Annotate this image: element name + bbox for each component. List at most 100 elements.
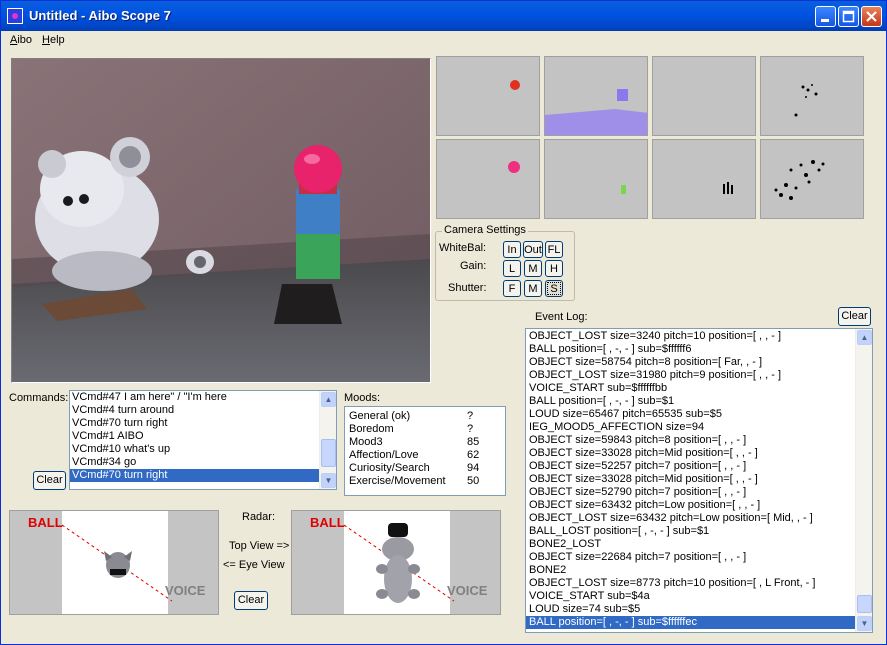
mood-value: 85 bbox=[467, 436, 480, 448]
whitebal-out-button[interactable]: Out bbox=[523, 241, 543, 258]
vision-thumb-5[interactable] bbox=[436, 139, 540, 219]
vision-thumb-2-image bbox=[545, 89, 649, 135]
event-log-scrollbar[interactable]: ▲ ▼ bbox=[855, 329, 872, 632]
vision-thumb-7-image bbox=[723, 182, 733, 194]
mood-name: Curiosity/Search bbox=[349, 462, 430, 474]
event-log-item[interactable]: BALL_LOST position=[ , -, - ] sub=$1 bbox=[526, 525, 872, 538]
event-log-item[interactable]: OBJECT size=22684 pitch=7 position=[ , ,… bbox=[526, 551, 872, 564]
close-button[interactable] bbox=[861, 6, 882, 27]
mood-name: Exercise/Movement bbox=[349, 475, 446, 487]
mood-row: Curiosity/Search 94 bbox=[345, 462, 505, 475]
camera-settings-group: Camera Settings WhiteBal: In Out FL Gain… bbox=[435, 224, 575, 301]
event-log-item[interactable]: BALL position=[ , -, - ] sub=$1 bbox=[526, 395, 872, 408]
commands-clear-button[interactable]: Clear bbox=[33, 471, 66, 490]
vision-thumb-6[interactable] bbox=[544, 139, 648, 219]
whitebal-in-button[interactable]: In bbox=[503, 241, 521, 258]
event-log-item[interactable]: BONE2_LOST bbox=[526, 538, 872, 551]
gain-high-button[interactable]: H bbox=[545, 260, 563, 277]
event-log-item[interactable]: OBJECT size=52257 pitch=7 position=[ , ,… bbox=[526, 460, 872, 473]
event-log-items: OBJECT_LOST size=3240 pitch=10 position=… bbox=[526, 329, 872, 629]
event-log-item[interactable]: OBJECT_LOST size=8773 pitch=10 position=… bbox=[526, 577, 872, 590]
menu-aibo[interactable]: Aibo bbox=[10, 34, 32, 46]
vision-thumb-3[interactable] bbox=[652, 56, 756, 136]
vision-thumb-2[interactable] bbox=[544, 56, 649, 136]
mood-name: Mood3 bbox=[349, 436, 383, 448]
command-item[interactable]: VCmd#4 turn around bbox=[70, 404, 336, 417]
gain-low-button[interactable]: L bbox=[503, 260, 521, 277]
shutter-slow-button[interactable]: S bbox=[545, 280, 563, 297]
event-log-item[interactable]: VOICE_START sub=$4a bbox=[526, 590, 872, 603]
maximize-icon bbox=[842, 10, 855, 23]
commands-scrollbar[interactable]: ▲ ▼ bbox=[319, 391, 336, 489]
event-log-item[interactable]: OBJECT_LOST size=3240 pitch=10 position=… bbox=[526, 330, 872, 343]
minimize-icon bbox=[821, 19, 829, 22]
gain-mid-button[interactable]: M bbox=[524, 260, 542, 277]
event-log-item[interactable]: OBJECT size=59843 pitch=8 position=[ , ,… bbox=[526, 434, 872, 447]
event-log-item[interactable]: BONE2 bbox=[526, 564, 872, 577]
command-item[interactable]: VCmd#34 go bbox=[70, 456, 336, 469]
event-log-item[interactable]: OBJECT size=33028 pitch=Mid position=[ ,… bbox=[526, 473, 872, 486]
vision-thumb-8[interactable] bbox=[760, 139, 864, 219]
event-log-scroll-thumb[interactable] bbox=[857, 595, 872, 613]
maximize-button[interactable] bbox=[838, 6, 859, 27]
event-log-item[interactable]: LOUD size=65467 pitch=65535 sub=$5 bbox=[526, 408, 872, 421]
window-title: Untitled - Aibo Scope 7 bbox=[29, 8, 171, 23]
moods-label: Moods: bbox=[344, 392, 381, 404]
event-log-scroll-up[interactable]: ▲ bbox=[857, 330, 872, 345]
event-log-item[interactable]: IEG_MOOD5_AFFECTION size=94 bbox=[526, 421, 872, 434]
mood-row: General (ok)? bbox=[345, 410, 505, 423]
mood-name: Affection/Love bbox=[349, 449, 419, 461]
radar-clear-button[interactable]: Clear bbox=[234, 591, 268, 610]
vision-thumb-4[interactable] bbox=[760, 56, 864, 136]
mood-value: 62 bbox=[467, 449, 480, 461]
event-log-item[interactable]: OBJECT size=63432 pitch=Low position=[ ,… bbox=[526, 499, 872, 512]
camera-settings-title: Camera Settings bbox=[442, 224, 528, 236]
shutter-mid-button[interactable]: M bbox=[524, 280, 542, 297]
shutter-fast-button[interactable]: F bbox=[503, 280, 521, 297]
title-bar[interactable]: Untitled - Aibo Scope 7 bbox=[1, 1, 886, 31]
mood-name: Boredom bbox=[349, 423, 394, 435]
minimize-button[interactable] bbox=[815, 6, 836, 27]
event-log-clear-button[interactable]: Clear bbox=[838, 307, 871, 326]
commands-scroll-down[interactable]: ▼ bbox=[321, 473, 336, 488]
moods-list-items: General (ok)? Boredom? Mood3 85 Affection/Lo… bbox=[345, 407, 505, 488]
mood-name: General (ok) bbox=[349, 410, 411, 422]
main-window: Untitled - Aibo Scope 7 Aibo Help Camera… bbox=[0, 0, 887, 645]
close-icon bbox=[866, 11, 877, 22]
commands-scroll-thumb[interactable] bbox=[321, 439, 336, 467]
event-log-list[interactable]: OBJECT_LOST size=3240 pitch=10 position=… bbox=[525, 328, 873, 633]
event-log-scroll-down[interactable]: ▼ bbox=[857, 616, 872, 631]
event-log-item[interactable]: OBJECT size=58754 pitch=8 position=[ Far… bbox=[526, 356, 872, 369]
vision-thumb-6-image bbox=[621, 185, 626, 194]
event-log-item[interactable]: OBJECT size=52790 pitch=7 position=[ , ,… bbox=[526, 486, 872, 499]
command-item[interactable]: VCmd#70 turn right bbox=[70, 469, 336, 482]
mood-value: 50 bbox=[467, 475, 480, 487]
event-log-item[interactable]: BALL position=[ , -, - ] sub=$ffffffec bbox=[526, 616, 872, 629]
mood-row: Exercise/Movement 50 bbox=[345, 475, 505, 488]
aibo-front-icon bbox=[104, 551, 132, 578]
whitebal-label: WhiteBal: bbox=[439, 242, 487, 254]
commands-list[interactable]: VCmd#47 I am here" / "I'm here VCmd#4 tur… bbox=[69, 390, 337, 490]
command-item[interactable]: VCmd#1 AIBO bbox=[70, 430, 336, 443]
event-log-item[interactable]: VOICE_START sub=$ffffffbb bbox=[526, 382, 872, 395]
command-item[interactable]: VCmd#10 what's up bbox=[70, 443, 336, 456]
radar-eye-ball-label: BALL bbox=[310, 515, 345, 530]
event-log-item[interactable]: BALL position=[ , -, - ] sub=$ffffff6 bbox=[526, 343, 872, 356]
camera-view bbox=[11, 58, 431, 383]
event-log-item[interactable]: LOUD size=74 sub=$5 bbox=[526, 603, 872, 616]
commands-label: Commands: bbox=[9, 392, 69, 404]
event-log-item[interactable]: OBJECT size=33028 pitch=Mid position=[ ,… bbox=[526, 447, 872, 460]
command-item[interactable]: VCmd#70 turn right bbox=[70, 417, 336, 430]
commands-scroll-up[interactable]: ▲ bbox=[321, 392, 336, 407]
aibo-app-icon[interactable] bbox=[7, 8, 23, 24]
menu-help[interactable]: Help bbox=[42, 34, 65, 46]
camera-image bbox=[12, 59, 430, 382]
mood-value: ? bbox=[467, 423, 474, 435]
event-log-item[interactable]: OBJECT_LOST size=31980 pitch=9 position=… bbox=[526, 369, 872, 382]
whitebal-fl-button[interactable]: FL bbox=[545, 241, 563, 258]
event-log-item[interactable]: OBJECT_LOST size=63432 pitch=Low positio… bbox=[526, 512, 872, 525]
command-item[interactable]: VCmd#47 I am here" / "I'm here bbox=[70, 391, 336, 404]
vision-thumb-1[interactable] bbox=[436, 56, 540, 136]
vision-thumb-7[interactable] bbox=[652, 139, 756, 219]
radar-eye-view: BALL VOICE bbox=[291, 510, 501, 615]
